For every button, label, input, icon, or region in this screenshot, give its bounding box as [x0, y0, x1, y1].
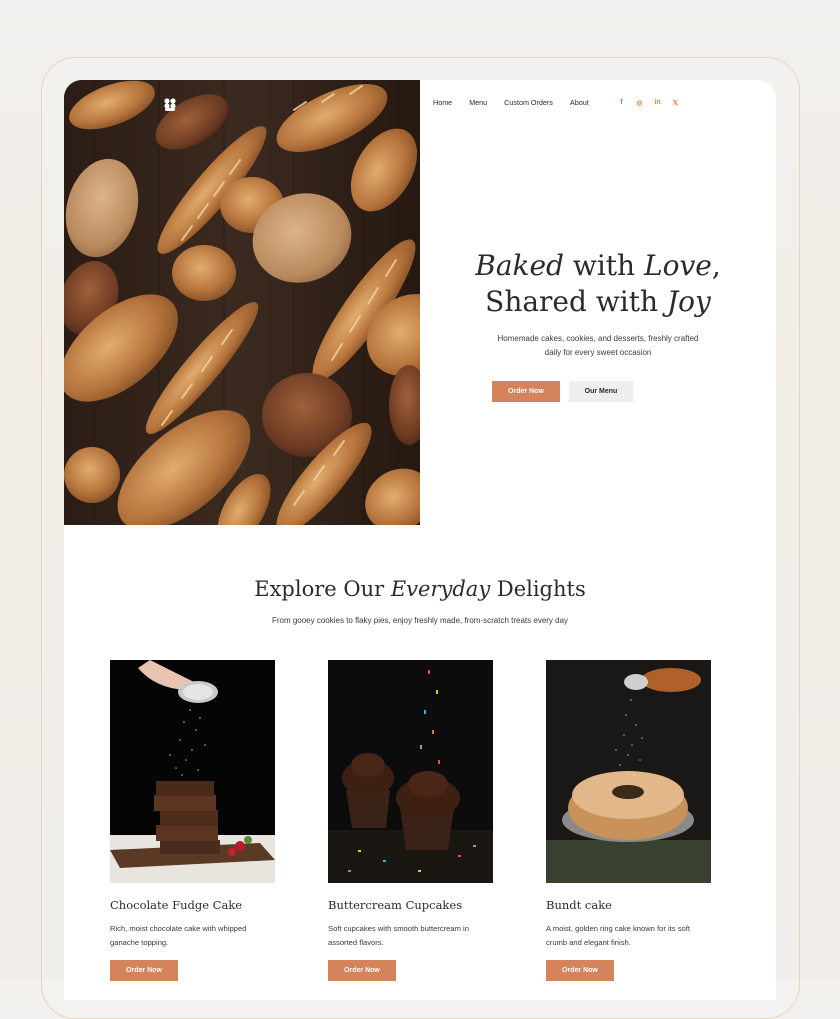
brownie-stack-illustration — [110, 660, 275, 883]
product-card-chocolate-fudge-cake: Chocolate Fudge Cake Rich, moist chocola… — [110, 660, 275, 981]
product-card-bundt-cake: Bundt cake A moist, golden ring cake kno… — [546, 660, 711, 981]
card-order-now-button[interactable]: Order Now — [546, 960, 614, 981]
card-description: A moist, golden ring cake known for its … — [546, 924, 690, 947]
hero-title-with: with — [563, 249, 644, 282]
card-order-now-button[interactable]: Order Now — [328, 960, 396, 981]
card-order-now-button[interactable]: Order Now — [110, 960, 178, 981]
section-title: Explore Our Everyday Delights — [64, 577, 776, 601]
card-title: Bundt cake — [546, 898, 612, 912]
card-description: Rich, moist chocolate cake with whipped … — [110, 924, 247, 947]
bundt-cake-illustration — [546, 660, 711, 883]
hero-subtitle: Homemade cakes, cookies, and desserts, f… — [497, 334, 699, 357]
cupcakes-illustration — [328, 660, 493, 883]
logo-icon[interactable] — [164, 98, 176, 112]
card-title: Buttercream Cupcakes — [328, 898, 463, 912]
chocolate-fudge-cake-image — [110, 660, 275, 883]
section-title-delights: Delights — [490, 577, 586, 601]
hero-title-shared: Shared with — [485, 285, 667, 318]
bread-illustration — [64, 80, 420, 525]
page: Home Menu Custom Orders About f ◎ in 𝕏 B… — [64, 80, 776, 1000]
hero-content: Baked with Love, Shared with Joy Homemad… — [420, 80, 776, 525]
hero-title-joy: Joy — [666, 285, 711, 318]
our-menu-button[interactable]: Our Menu — [569, 381, 633, 402]
section-title-everyday: Everyday — [390, 577, 491, 601]
card-title: Chocolate Fudge Cake — [110, 898, 243, 912]
hero-title: Baked with Love, Shared with Joy — [420, 248, 776, 320]
order-now-button[interactable]: Order Now — [492, 381, 560, 402]
section-title-explore: Explore Our — [254, 577, 391, 601]
hero-title-love: Love — [644, 249, 712, 282]
bundt-cake-image — [546, 660, 711, 883]
hero-title-baked: Baked — [475, 249, 564, 282]
hero-bread-image — [64, 80, 420, 525]
product-card-buttercream-cupcakes: Buttercream Cupcakes Soft cupcakes with … — [328, 660, 493, 981]
card-description: Soft cupcakes with smooth buttercream in… — [328, 924, 469, 947]
hero-title-comma: , — [711, 249, 721, 282]
buttercream-cupcakes-image — [328, 660, 493, 883]
section-subtitle: From gooey cookies to flaky pies, enjoy … — [271, 616, 569, 625]
